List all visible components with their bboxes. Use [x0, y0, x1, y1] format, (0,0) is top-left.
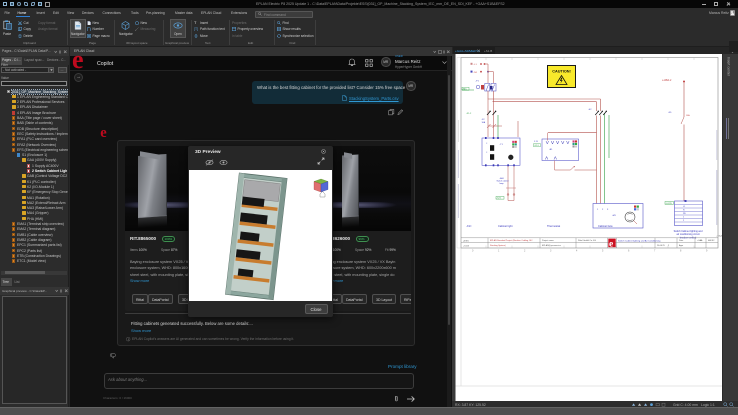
svg-text:=ESS: =ESS: [463, 241, 469, 243]
svg-text:e: e: [100, 129, 107, 138]
svg-text:-X1=: -X1=: [466, 224, 472, 228]
svg-text:Cabinet light: Cabinet light: [498, 224, 513, 228]
svg-text:5.13: 5.13: [534, 141, 538, 143]
svg-text:e: e: [609, 239, 613, 249]
svg-text:&EFS2: &EFS2: [708, 240, 715, 242]
svg-text:Switch Cabinet lighting and Ai: Switch Cabinet lighting and Air Conditio…: [618, 240, 661, 243]
svg-text:+S1.B: +S1.B: [463, 246, 470, 248]
svg-text:26.06.25: 26.06.25: [657, 245, 666, 247]
svg-text:≤-WE4.2: ≤-WE4.2: [662, 79, 672, 82]
svg-text:EPLAN Standard Project (Machin: EPLAN Standard Project (Machine Cabling,…: [490, 239, 533, 242]
svg-text:-X2:3: -X2:3: [534, 145, 539, 147]
svg-text:lamp: lamp: [500, 183, 504, 185]
svg-text:+GAA: +GAA: [697, 239, 703, 242]
svg-text:-X4:PE: -X4:PE: [666, 203, 673, 205]
svg-text:e: e: [72, 54, 84, 70]
svg-text:Rittal GmbH Co. KG: Rittal GmbH Co. KG: [578, 239, 596, 242]
svg-text:EPLAN@yourservice: EPLAN@yourservice: [542, 244, 562, 247]
svg-text:-X1:2: -X1:2: [466, 113, 472, 115]
svg-text:Thermostat: Thermostat: [547, 224, 560, 228]
svg-text:Stacking System): Stacking System): [490, 244, 506, 247]
svg-text:Cabinet fans: Cabinet fans: [598, 224, 613, 228]
svg-text:Project name: Project name: [542, 239, 555, 242]
svg-text:Appr: Appr: [679, 244, 684, 247]
svg-text:CAUTION!: CAUTION!: [552, 69, 571, 73]
svg-text:-X1:1: -X1:1: [462, 89, 468, 91]
